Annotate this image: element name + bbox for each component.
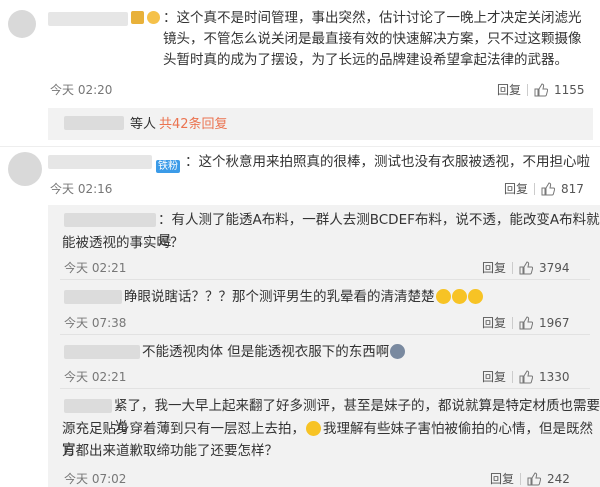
- reply-text: 睁眼说瞎话？？？那个测评男生的乳晕看的清清楚楚: [124, 287, 483, 308]
- reply-button[interactable]: 回复: [504, 180, 528, 197]
- divider: [512, 261, 514, 274]
- username[interactable]: [48, 12, 128, 26]
- comment-actions: 回复 817: [504, 180, 584, 197]
- divider: [0, 146, 600, 147]
- username[interactable]: [64, 213, 156, 227]
- like-icon[interactable]: [541, 181, 556, 196]
- crying-emoji-icon: [435, 289, 451, 304]
- comment-time: 今天 02:20: [50, 83, 113, 97]
- reply-button[interactable]: 回复: [482, 259, 506, 276]
- reply-time: 今天 02:21: [64, 261, 127, 275]
- like-count: 1967: [539, 315, 570, 330]
- reply-button[interactable]: 回复: [482, 368, 506, 385]
- fan-badge-label: 铁粉: [156, 160, 180, 173]
- divider: [60, 388, 590, 389]
- reply-button[interactable]: 回复: [490, 470, 514, 487]
- reply-actions: 回复 1330: [482, 368, 570, 385]
- face-emoji-icon: [390, 344, 406, 359]
- comment-text: ：这个真不是时间管理，事出突然，估计讨论了一晚上才决定关闭滤光镜头，不管怎么说关…: [163, 10, 582, 68]
- like-count: 1330: [539, 369, 570, 384]
- reply-text: ：有人测了能透A布料，一群人去测BCDEF布料，说不透，能改变A布料就是: [158, 212, 600, 249]
- fan-badge: 铁粉: [156, 155, 180, 174]
- like-icon[interactable]: [534, 82, 549, 97]
- reply-actions: 回复 1967: [482, 314, 570, 331]
- divider: [512, 316, 514, 329]
- view-all-replies-link[interactable]: 共42条回复: [159, 114, 228, 135]
- reply-text-body: 睁眼说瞎话？？？那个测评男生的乳晕看的清清楚楚: [124, 289, 435, 305]
- reply-text: 不能透视肉体 但是能透视衣服下的东西啊: [142, 342, 406, 363]
- reply-button[interactable]: 回复: [482, 314, 506, 331]
- reply-text-cont: 能被透视的事实吗？: [62, 235, 184, 251]
- reply-actions: 回复 242: [490, 470, 570, 487]
- medal-icon: [147, 11, 160, 24]
- like-icon[interactable]: [519, 315, 534, 330]
- reply-summary-prefix: 等人: [130, 117, 157, 132]
- reply-text-body: 不能透视肉体 但是能透视衣服下的东西啊: [142, 344, 390, 360]
- comment-actions: 回复 1155: [497, 81, 585, 98]
- shy-emoji-icon: [306, 421, 321, 436]
- reply-time: 今天 02:21: [64, 370, 127, 384]
- reply-user-names[interactable]: [64, 116, 124, 130]
- like-icon[interactable]: [527, 471, 542, 486]
- reply-time: 今天 07:38: [64, 316, 127, 330]
- reply-time: 今天 07:02: [64, 472, 127, 486]
- username[interactable]: [64, 290, 122, 304]
- username[interactable]: [48, 155, 152, 169]
- divider: [520, 472, 522, 485]
- avatar[interactable]: [8, 152, 42, 186]
- divider: [527, 83, 529, 96]
- reply-button[interactable]: 回复: [497, 81, 521, 98]
- like-count: 242: [547, 471, 570, 486]
- crying-emoji-icon: [451, 289, 467, 304]
- username[interactable]: [64, 399, 112, 413]
- divider: [512, 370, 514, 383]
- vip-badge-icon: [131, 11, 144, 24]
- divider: [60, 334, 590, 335]
- like-icon[interactable]: [519, 369, 534, 384]
- reply-actions: 回复 3794: [482, 259, 570, 276]
- divider: [534, 182, 536, 195]
- username[interactable]: [64, 345, 140, 359]
- reply-text-cont: 方都出来道歉取缔功能了还要怎样？: [62, 443, 278, 459]
- avatar[interactable]: [8, 10, 36, 38]
- like-count: 817: [561, 181, 584, 196]
- crying-emoji-icon: [467, 289, 483, 304]
- reply-text-part: 源充足贴身穿着薄到只有一层怼上去拍，: [62, 421, 305, 437]
- like-count: 3794: [539, 260, 570, 275]
- comment-time: 今天 02:16: [50, 182, 113, 196]
- like-count: 1155: [554, 82, 585, 97]
- comment-text: ：这个秋意用来拍照真的很棒，测试也没有衣服被透视，不用担心啦: [185, 154, 590, 170]
- divider: [60, 279, 590, 280]
- like-icon[interactable]: [519, 260, 534, 275]
